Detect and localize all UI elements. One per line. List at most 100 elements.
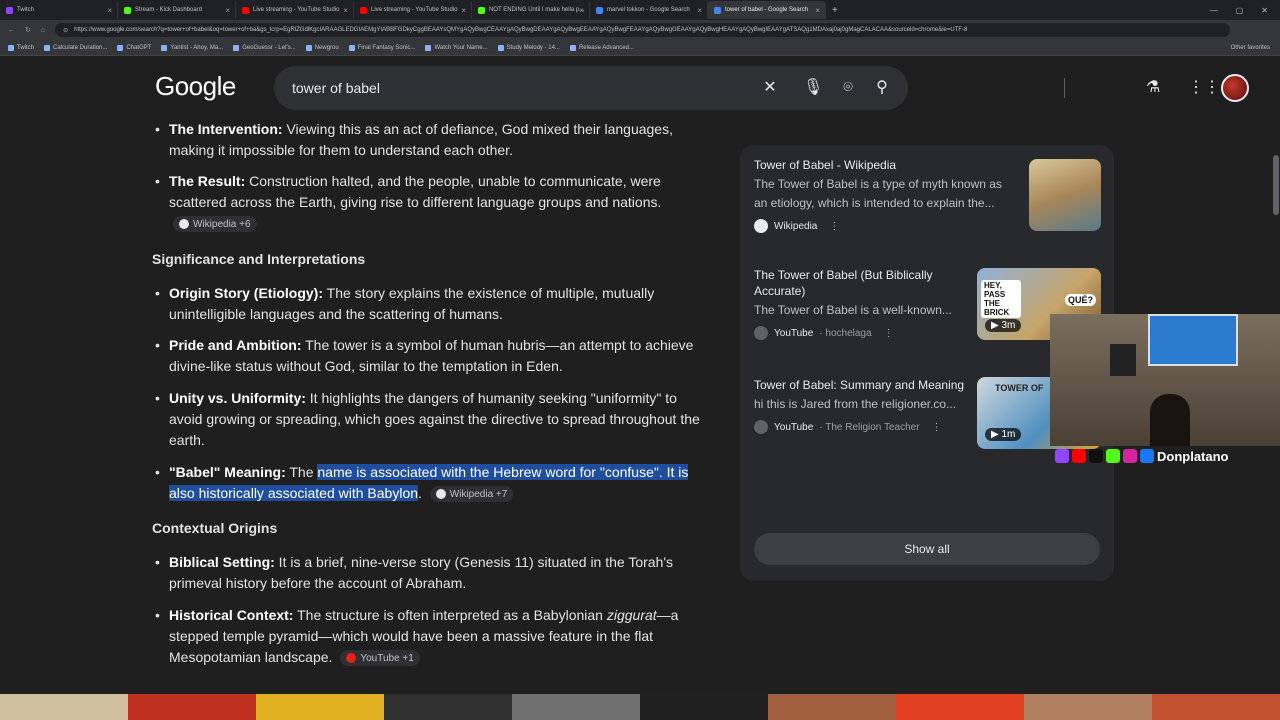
google-logo[interactable]: Google (155, 71, 236, 102)
bookmark-icon (348, 44, 355, 51)
tab-youtube-studio-1[interactable]: Live streaming - YouTube Studio × (236, 1, 354, 19)
source-chip[interactable]: YouTube +1 (340, 650, 420, 667)
close-tab-icon[interactable]: × (343, 6, 348, 15)
bookmark-icon (305, 44, 312, 51)
lens-icon[interactable]: ⌾ (838, 78, 858, 98)
tab-kick-stream[interactable]: NOT ENDING Until I make hella p... × (472, 1, 590, 19)
minimize-icon[interactable]: — (1210, 6, 1218, 15)
more-icon[interactable]: ⋮ (884, 328, 894, 339)
maximize-icon[interactable]: ▢ (1236, 6, 1244, 15)
close-tab-icon[interactable]: × (107, 6, 112, 15)
url-text: https://www.google.com/search?q=tower+of… (74, 27, 968, 33)
page-scrollbar[interactable] (1272, 115, 1280, 675)
filmstrip-frame (768, 694, 896, 720)
source-snippet: The Tower of Babel is a type of myth kno… (754, 177, 1002, 210)
list-item: Biblical Setting: It is a brief, nine-ve… (155, 552, 704, 594)
source-title[interactable]: Tower of Babel: Summary and Meaning (754, 377, 974, 393)
search-box[interactable]: tower of babel ✕ 🎙 ⌾ ⚲ (274, 66, 1065, 110)
bookmark-item[interactable]: Final Fantasy Sonic... (348, 44, 415, 51)
window-controls: — ▢ ✕ (1210, 6, 1280, 15)
search-input[interactable]: tower of babel (292, 80, 380, 96)
filmstrip-frame (384, 694, 512, 720)
labs-icon[interactable]: ⚗ (1146, 77, 1160, 97)
kick-icon (1106, 449, 1120, 463)
filmstrip-frame (256, 694, 384, 720)
tab-twitch[interactable]: Twitch × (0, 1, 118, 19)
more-icon[interactable]: ⋮ (829, 221, 839, 232)
reload-icon[interactable]: ↻ (25, 26, 31, 34)
close-tab-icon[interactable]: × (461, 6, 466, 15)
tower-painting-thumbnail[interactable] (1029, 159, 1101, 231)
google-icon (714, 6, 721, 14)
tab-label: Twitch (17, 7, 35, 13)
streamer-socials-banner: Donplatano (1055, 445, 1280, 467)
close-icon[interactable]: ✕ (760, 78, 780, 98)
search-icon[interactable]: ⚲ (872, 78, 892, 98)
item-label: "Babel" Meaning: (169, 464, 286, 480)
site-info-icon[interactable]: ⊙ (63, 27, 68, 34)
browser-tab-bar: Twitch × Stream - Kick Dashboard × Live st… (0, 0, 1280, 20)
bookmark-icon (44, 44, 51, 51)
mic-icon[interactable]: 🎙 (803, 78, 823, 98)
back-icon[interactable]: ← (8, 27, 15, 34)
instagram-icon (1123, 449, 1137, 463)
google-icon (596, 6, 603, 14)
bookmark-item[interactable]: Yantist - Ahoy, Ma... (161, 44, 223, 51)
bookmark-item[interactable]: Newgrou (305, 44, 339, 51)
tab-google-babel[interactable]: tower of babel - Google Search × (708, 1, 826, 19)
item-label: Biblical Setting: (169, 554, 275, 570)
item-label: Pride and Ambition: (169, 337, 302, 353)
apps-icon[interactable]: ⋮⋮ (1188, 77, 1220, 97)
bookmark-item[interactable]: Twitch (8, 44, 34, 51)
other-favorites[interactable]: Other favorites (1231, 45, 1280, 51)
bookmark-icon (117, 44, 124, 51)
close-tab-icon[interactable]: × (579, 6, 584, 15)
streamer-silhouette (1150, 394, 1190, 446)
address-bar-row: ← ↻ ⌂ ⊙ https://www.google.com/search?q=… (0, 20, 1280, 40)
wikipedia-icon (179, 219, 189, 230)
bookmark-item[interactable]: Release Advanced... (569, 44, 634, 51)
scrollbar-thumb[interactable] (1273, 155, 1279, 215)
tab-youtube-studio-2[interactable]: Live streaming - YouTube Studio × (354, 1, 472, 19)
close-tab-icon[interactable]: × (225, 6, 230, 15)
tab-label: NOT ENDING Until I make hella p... (489, 7, 585, 13)
bookmark-item[interactable]: ChatGPT (117, 44, 151, 51)
youtube-channel-icon (754, 326, 768, 340)
home-icon[interactable]: ⌂ (41, 27, 45, 34)
source-chip[interactable]: Wikipedia +6 (173, 216, 257, 233)
filmstrip-frame (128, 694, 256, 720)
tab-label: Live streaming - YouTube Studio (253, 7, 340, 13)
close-window-icon[interactable]: ✕ (1261, 6, 1268, 15)
facebook-icon (1140, 449, 1154, 463)
kick-icon (478, 6, 485, 14)
more-icon[interactable]: ⋮ (932, 422, 942, 433)
wikipedia-icon (435, 489, 446, 500)
avatar[interactable] (1221, 74, 1249, 102)
show-all-button[interactable]: Show all (754, 533, 1100, 565)
list-item: Unity vs. Uniformity: It highlights the … (155, 388, 704, 451)
video-duration: ▶ 3m (985, 319, 1022, 332)
item-label: Origin Story (Etiology): (169, 285, 323, 301)
close-tab-icon[interactable]: × (697, 6, 702, 15)
filmstrip-frame (640, 694, 768, 720)
bookmark-item[interactable]: Study Melody - 14... (497, 44, 560, 51)
url-field[interactable]: ⊙ https://www.google.com/search?q=tower+… (55, 23, 1230, 37)
tab-google-marvel[interactable]: marvel tokkon - Google Search × (590, 1, 708, 19)
youtube-icon (360, 6, 367, 14)
source-title[interactable]: The Tower of Babel (But Biblically Accur… (754, 267, 964, 299)
item-label: Unity vs. Uniformity: (169, 390, 306, 406)
filmstrip-frame (1152, 694, 1280, 720)
bookmark-icon (233, 44, 240, 51)
google-results-page: Google tower of babel ✕ 🎙 ⌾ ⚲ ⚗ ⋮⋮ The I… (0, 57, 1280, 720)
source-chip[interactable]: Wikipedia +7 (429, 486, 514, 503)
close-tab-icon[interactable]: × (815, 6, 820, 15)
bookmark-item[interactable]: GeoGuessr - Let's... (233, 44, 296, 51)
tab-kick[interactable]: Stream - Kick Dashboard × (118, 1, 236, 19)
new-tab-button[interactable]: + (826, 5, 844, 16)
list-item: Origin Story (Etiology): The story expla… (155, 283, 704, 325)
bookmark-item[interactable]: Calculate Duration... (44, 44, 107, 51)
bookmark-item[interactable]: Watch Your Name... (425, 44, 488, 51)
bookmark-icon (425, 44, 432, 51)
source-title[interactable]: Tower of Babel - Wikipedia (754, 157, 1014, 173)
streamer-name: Donplatano (1157, 448, 1229, 464)
